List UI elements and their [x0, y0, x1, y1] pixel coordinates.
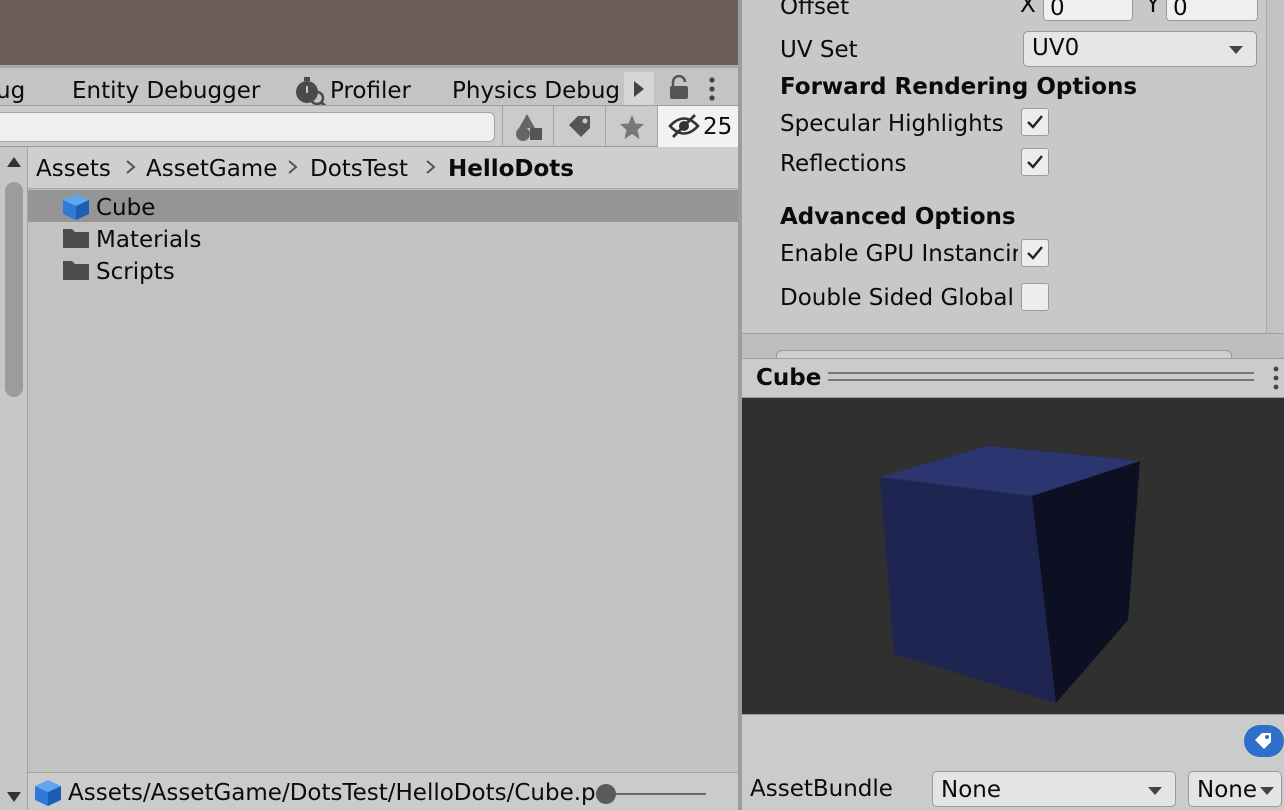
profiler-icon [294, 76, 327, 105]
scene-view-strip[interactable] [0, 0, 738, 65]
offset-label: Offset [780, 0, 850, 20]
list-item[interactable]: Cube [28, 190, 738, 222]
eye-hidden-icon [668, 113, 700, 143]
search-input[interactable] [0, 112, 495, 142]
uvset-dropdown[interactable]: UV0 [1023, 31, 1257, 67]
assetbundle-variant-dropdown[interactable]: None [1188, 771, 1282, 807]
offset-y-field[interactable]: 0 [1166, 0, 1258, 21]
label-tag-icon[interactable] [1244, 725, 1284, 761]
filter-by-type-icon [515, 113, 542, 141]
specular-highlights-label: Specular Highlights [780, 111, 1004, 137]
breadcrumb-assets[interactable]: Assets [36, 156, 111, 182]
inspector-scrollbar[interactable] [1266, 0, 1284, 352]
cube-front-face [880, 477, 1056, 703]
chevron-right-icon [126, 160, 136, 174]
chevron-down-icon [1260, 787, 1274, 795]
project-toolbar: 25 [0, 106, 738, 147]
assetbundle-name-value: None [941, 777, 1002, 803]
lock-icon[interactable] [668, 74, 690, 105]
icon-size-slider-track[interactable] [604, 793, 706, 795]
checkmark-icon [1027, 155, 1043, 169]
list-item[interactable]: Scripts [28, 254, 738, 286]
hidden-packages-button[interactable]: 25 [657, 106, 738, 147]
uvset-label: UV Set [780, 37, 858, 63]
folder-icon [62, 225, 90, 255]
double-sided-gi-label: Double Sided Global I [780, 285, 1018, 311]
inspector-footer [742, 333, 1284, 362]
search-by-label-button[interactable] [553, 106, 605, 147]
icon-size-slider-handle[interactable] [596, 784, 616, 804]
chevron-down-icon [1229, 46, 1243, 54]
checkmark-icon [1027, 246, 1043, 260]
tab-physics-debug[interactable]: Physics Debug [452, 78, 620, 104]
enable-gpu-instancing-label: Enable GPU Instancir [780, 241, 1018, 267]
offset-x-label: X [1020, 0, 1036, 18]
chevron-down-icon [1148, 787, 1162, 795]
scrollbar-thumb[interactable] [5, 182, 23, 397]
reflections-checkbox[interactable] [1021, 148, 1049, 176]
tab-partial[interactable]: ug [0, 78, 25, 104]
star-icon [619, 114, 644, 139]
list-item-label: Scripts [96, 259, 175, 285]
preview-title: Cube [756, 365, 822, 391]
breadcrumb: Assets AssetGame DotsTest HelloDots [28, 147, 738, 189]
prefab-cube-icon [34, 779, 62, 810]
enable-gpu-instancing-checkbox[interactable] [1021, 239, 1049, 267]
tab-entity-debugger[interactable]: Entity Debugger [72, 78, 260, 104]
label-tag-icon [568, 115, 590, 137]
list-item[interactable]: Materials [28, 222, 738, 254]
drag-handle[interactable] [828, 372, 1254, 381]
project-scrollbar[interactable] [0, 147, 28, 810]
more-options-icon[interactable] [706, 76, 718, 105]
list-item-label: Materials [96, 227, 202, 253]
window-tab-bar: ug Entity Debugger Profiler Physics Debu… [0, 65, 738, 106]
list-item-label: Cube [96, 195, 156, 221]
uvset-value: UV0 [1032, 35, 1080, 61]
specular-highlights-checkbox[interactable] [1021, 108, 1049, 136]
selected-asset-path: Assets/AssetGame/DotsTest/HelloDots/Cube… [68, 780, 596, 806]
breadcrumb-assetgame[interactable]: AssetGame [146, 156, 277, 182]
scroll-down-icon [7, 792, 21, 802]
chevron-right-icon [426, 160, 436, 174]
tab-overflow-button[interactable] [624, 72, 654, 105]
offset-x-field[interactable]: 0 [1043, 0, 1133, 21]
assetbundle-label: AssetBundle [750, 776, 893, 802]
hidden-count: 25 [703, 114, 733, 140]
favorites-button[interactable] [605, 106, 657, 147]
reflections-label: Reflections [780, 151, 907, 177]
more-options-icon[interactable] [1270, 365, 1282, 395]
file-list: Cube Materials Scripts [28, 190, 738, 772]
project-status-bar: Assets/AssetGame/DotsTest/HelloDots/Cube… [28, 772, 738, 810]
offset-y-label: Y [1146, 0, 1161, 18]
assetbundle-variant-value: None [1197, 777, 1258, 803]
cube-preview-image [880, 446, 1140, 703]
checkmark-icon [1027, 115, 1043, 129]
inspector-panel: Offset X 0 Y 0 UV Set UV0 Forward Render… [742, 0, 1284, 352]
prefab-cube-icon [62, 193, 90, 225]
breadcrumb-hellodots[interactable]: HelloDots [448, 156, 574, 182]
preview-header[interactable]: Cube [742, 358, 1284, 398]
search-by-type-button[interactable] [502, 106, 554, 147]
asset-preview[interactable] [742, 398, 1284, 714]
forward-rendering-header: Forward Rendering Options [780, 74, 1138, 100]
breadcrumb-dotstest[interactable]: DotsTest [310, 156, 408, 182]
advanced-options-header: Advanced Options [780, 204, 1016, 230]
assetbundle-bar: AssetBundle None None [742, 714, 1284, 810]
folder-icon [62, 257, 90, 287]
scroll-up-icon [7, 157, 21, 167]
tab-profiler[interactable]: Profiler [330, 78, 411, 104]
double-sided-gi-checkbox[interactable] [1021, 283, 1049, 311]
assetbundle-name-dropdown[interactable]: None [932, 771, 1176, 807]
chevron-right-icon [288, 160, 298, 174]
